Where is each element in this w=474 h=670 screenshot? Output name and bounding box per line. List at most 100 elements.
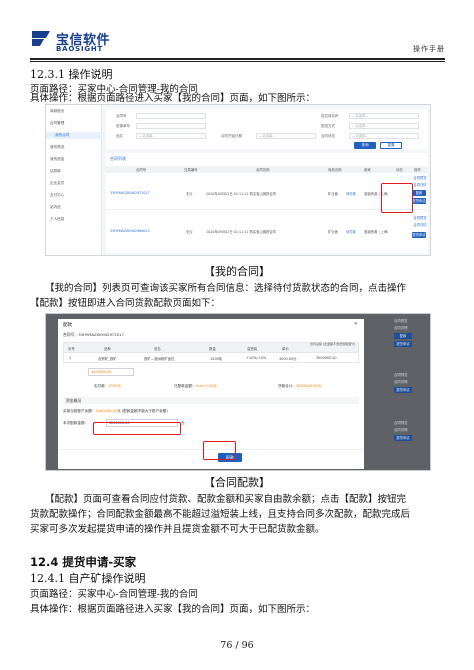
trade-number: 无污 [186,192,193,196]
contract-number: 合同号：33HYMAZXKH02971017 [63,332,124,337]
background-link: 合同详情 [394,428,408,432]
page-path: 页面路径：买家中心-合同管理-我的合同 [30,589,198,600]
product-name: 矿业面 [328,192,338,196]
table-cell: 自贸矿_铁矿 [98,357,117,361]
contract-no-input[interactable] [136,113,206,119]
sidebar: 商城首页 合同管理 我的合同 我的物流 我的资金 结算单 企业会员 支付中心 站… [46,105,102,255]
reset-button[interactable]: 重置 [380,142,402,149]
filter-label: 合同开始日期 [221,134,242,138]
amount-input[interactable]: 3000000.00 [88,368,134,376]
table-cell: 3000.00元 [279,357,297,361]
paragraph-line: 【配款】按钮即进入合同货款配款页面如下： [30,298,221,309]
background-link: 合同预览 [394,421,408,425]
column-header: 数量 [209,347,216,351]
search-button[interactable]: 查询 [354,142,376,149]
sidebar-item[interactable]: 企业会员 [50,181,64,186]
seller-name: 宝钢资源（上海） [364,230,391,234]
close-icon[interactable]: ✕ [354,321,358,327]
filter-panel: 合同号 资源单号 品名 —请选择— 合同开始日期 —请选择— 供应商名称 —请选… [106,109,428,149]
paragraph-line: 货款配款操作；合同配款金额最高不能超过溢短装上线，且支持合同多次配款，配款完成后 [30,509,411,520]
background-link: 合同详情 [394,326,408,330]
pay-amount-label: 本次配款金额： [63,421,89,425]
pay-amount-unit: 元 [181,421,185,425]
column-header: 品种 [104,347,111,351]
header-rule-thin [30,61,445,62]
pay-button[interactable]: 配款 [412,190,426,196]
delivery-apply-button[interactable]: 提货申请 [412,198,426,204]
product-select[interactable]: —请选择— [136,133,206,139]
dialog-title: 配款 [63,323,72,328]
column-header: 合同名称 [256,168,270,172]
table-cell: +10%/-10% [246,356,267,360]
table-header: 序号 品种 品名 数量 溢短装 单价 合同总额 (此金额不含增值税部分) [63,342,359,353]
total-amount: 货款合计：3000000.00元 [278,384,322,388]
column-header: 序号 [68,347,75,351]
sidebar-item[interactable]: 商城首页 [50,109,64,114]
paragraph-line: 【我的合同】列表页可查询该买家所有合同信息：选择待付货款状态的合同，点击操作 [45,283,407,294]
contract-preview-link[interactable]: 合同预览 [412,175,428,181]
sidebar-item[interactable]: 支付中心 [50,193,64,198]
table-header: 合同号 交易编号 合同名称 商品名称 卖家 状态 操作 [106,166,428,173]
sidebar-item[interactable]: 合同管理 [50,121,64,126]
contract-table: 合同列表 合同号 交易编号 合同名称 商品名称 卖家 状态 操作 33HYMAZ… [106,153,428,253]
delivery-select[interactable]: —请选择— [349,123,419,129]
sidebar-item[interactable]: 我的物流 [50,145,64,150]
trade-number: 无污 [186,230,193,234]
contract-name: 2020年09月02日 01:11:11 购买宝山钢铁合同 [206,230,276,234]
contract-preview-link[interactable]: 合同预览 [412,215,428,221]
operation-steps: 具体操作：根据页面路径进入买家【我的合同】页面，如下图所示： [30,604,316,615]
contract-status: 待付款 [346,192,356,196]
payment-dialog-screenshot: 合同预览 合同详情 配款 提货申请 合同预览 合同详情 提货申请 合同预览 合同… [45,313,431,471]
background-link: 合同预览 [394,373,408,377]
paragraph-line: 买家可多次发起提货申请的操作并且提货金额不可大于已配货款金额。 [30,524,325,535]
paragraph-line: 【配款】页面可查看合同应付货款、配款金额和买家自由款余额；点击【配款】按钮完 [45,494,407,505]
contract-detail-link[interactable]: 合同详情 [412,182,428,188]
table-title: 合同列表 [110,156,126,161]
status-select[interactable]: —请选择— [349,133,419,139]
table-cell: 3000000.00 [316,356,337,360]
contract-number-link[interactable]: 33HYMAZXKH02960015 [110,229,150,233]
column-header: 交易编号 [184,168,198,172]
baosight-logo-icon [32,31,50,46]
subsection-heading: 12.4.1 自产矿操作说明 [30,572,146,585]
page-header: 宝信软件 BAOSIGHT 操作手册 [30,30,445,58]
filter-label: 资源单号 [116,124,130,128]
section-heading: 12.4 提货申请-买家 [30,555,137,569]
figure-caption: 【我的合同】 [204,265,270,278]
resource-no-input[interactable] [136,123,206,129]
date-select[interactable]: —请选择— [256,133,316,139]
supplier-select[interactable]: —请选择— [349,113,419,119]
header-rule [30,58,445,60]
column-header: 单价 [282,347,289,351]
sidebar-item[interactable]: 个人信息 [50,217,64,222]
table-cell: 1 [69,356,72,360]
table-cell: 1500吨 [210,357,223,361]
contract-number-link[interactable]: 33HYMAZXKH02971017 [110,191,150,195]
pay-button-highlight [203,441,236,460]
column-header: 品名 [154,347,161,351]
sidebar-item[interactable]: 结算单 [50,169,61,174]
background-button: 提货申请 [394,387,412,393]
table-row: 1 自贸矿_铁矿 铁矿—澳洲粉矿品位 1500吨 +10%/-10% 3000.… [63,353,359,363]
balance-highlight [93,422,181,435]
section-heading: 12.3.1 操作说明 [30,68,113,81]
column-header: 合同号 [136,168,147,172]
sidebar-item[interactable]: 站内信 [50,205,61,210]
paid-amount: 已配款金额：Yuan 0.00元 [174,384,217,388]
sidebar-item-my-contracts[interactable]: 我的合同 [55,133,69,138]
pay-button-highlight [381,183,413,213]
logo-english: BAOSIGHT [56,45,104,53]
product-name: 矿业面 [328,230,338,234]
contract-detail-link[interactable]: 合同详情 [412,222,428,228]
document-tag: 操作手册 [413,45,445,53]
filter-label: 供应商名称 [321,114,339,118]
column-header: 合同总额 (此金额不含增值税部分) [310,342,356,346]
contract-status: 待付款 [346,230,356,234]
sidebar-item[interactable]: 我的资金 [50,157,64,162]
filter-label: 配送方式 [321,124,335,128]
background-operations-column: 合同预览 合同详情 配款 提货申请 合同预览 合同详情 提货申请 合同预览 合同… [364,314,430,470]
filter-label: 品名 [116,134,123,138]
fund-overview-section: 资金概况 [63,397,359,404]
column-header: 操作 [414,168,421,172]
delivery-apply-button[interactable]: 提货申请 [412,232,426,238]
